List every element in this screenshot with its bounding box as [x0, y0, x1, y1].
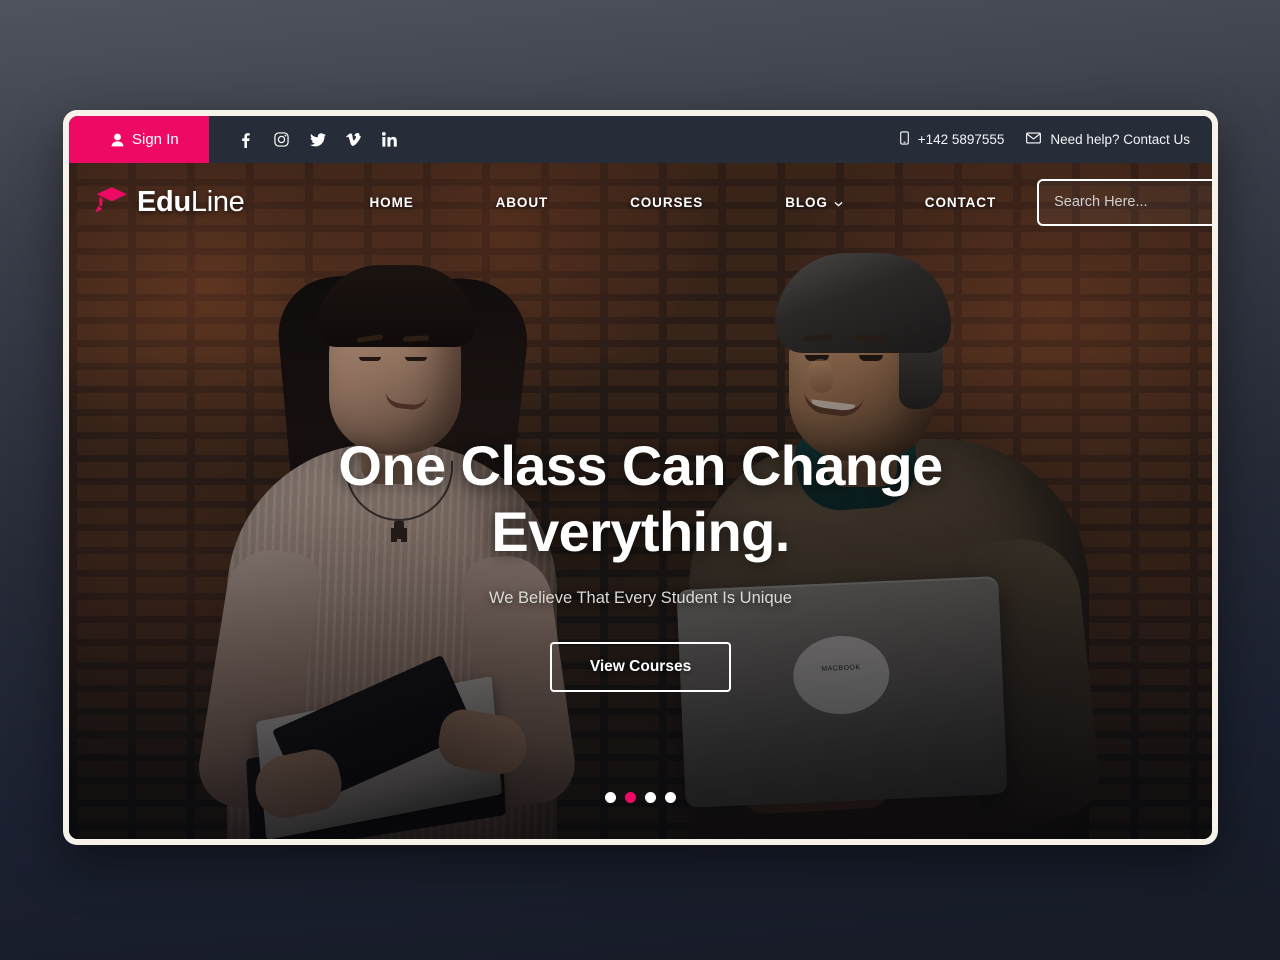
hero-title: One Class Can Change Everything. — [338, 434, 943, 564]
nav-item-blog[interactable]: BLOG — [744, 195, 884, 210]
nav-label-contact: CONTACT — [924, 194, 997, 210]
site-header: EduLine HOME ABOUT COURSES BLOG CONTACT … — [69, 163, 1212, 241]
top-utility-bar: Sign In +142 5897555 Need help? Contact … — [69, 116, 1212, 163]
twitter-icon[interactable] — [309, 132, 326, 148]
phone-contact[interactable]: +142 5897555 — [899, 131, 1005, 148]
envelope-icon — [1026, 132, 1042, 147]
website-screen: Sign In +142 5897555 Need help? Contact … — [69, 116, 1212, 839]
nav-label-blog: BLOG — [785, 194, 828, 210]
site-logo[interactable]: EduLine — [95, 186, 245, 219]
view-courses-button[interactable]: View Courses — [549, 642, 732, 693]
vimeo-icon[interactable] — [346, 132, 362, 148]
nav-label-home: HOME — [369, 194, 414, 210]
carousel-dot-1[interactable] — [605, 792, 616, 803]
logo-text: EduLine — [137, 185, 245, 218]
user-icon — [111, 133, 124, 147]
topbar-contact-info: +142 5897555 Need help? Contact Us — [899, 131, 1212, 148]
nav-item-home[interactable]: HOME — [329, 195, 455, 210]
sign-in-label: Sign In — [132, 131, 179, 148]
nav-label-courses: COURSES — [630, 194, 704, 210]
carousel-dot-4[interactable] — [665, 792, 676, 803]
carousel-dot-3[interactable] — [645, 792, 656, 803]
nav-label-about: ABOUT — [495, 194, 549, 210]
sign-in-button[interactable]: Sign In — [69, 116, 209, 163]
phone-number: +142 5897555 — [917, 132, 1005, 147]
nav-item-contact[interactable]: CONTACT — [884, 195, 1037, 210]
nav-item-courses[interactable]: COURSES — [589, 195, 744, 210]
mobile-icon — [899, 131, 909, 148]
hero-slider: MACBOOK One Class Can Change Everything.… — [69, 163, 1212, 839]
contact-us-label: Need help? Contact Us — [1050, 132, 1190, 147]
graduation-cap-icon — [95, 186, 129, 219]
linkedin-icon[interactable] — [382, 132, 398, 148]
logo-text-bold: Edu — [137, 185, 191, 218]
search-input[interactable] — [1042, 183, 1212, 221]
hero-subtitle: We Believe That Every Student Is Unique — [489, 589, 792, 608]
search-box — [1037, 178, 1212, 226]
contact-us-link[interactable]: Need help? Contact Us — [1026, 132, 1190, 147]
main-navigation: HOME ABOUT COURSES BLOG CONTACT — [329, 195, 1038, 210]
instagram-icon[interactable] — [274, 132, 290, 148]
browser-mockup-frame: Sign In +142 5897555 Need help? Contact … — [63, 110, 1218, 845]
chevron-down-icon — [834, 195, 843, 210]
hero-content: One Class Can Change Everything. We Beli… — [69, 433, 1212, 693]
carousel-dot-2[interactable] — [625, 792, 636, 803]
logo-text-light: Line — [190, 185, 245, 218]
social-links — [238, 132, 398, 148]
facebook-icon[interactable] — [238, 132, 254, 148]
nav-item-about[interactable]: ABOUT — [455, 195, 590, 210]
carousel-dots — [69, 792, 1212, 803]
